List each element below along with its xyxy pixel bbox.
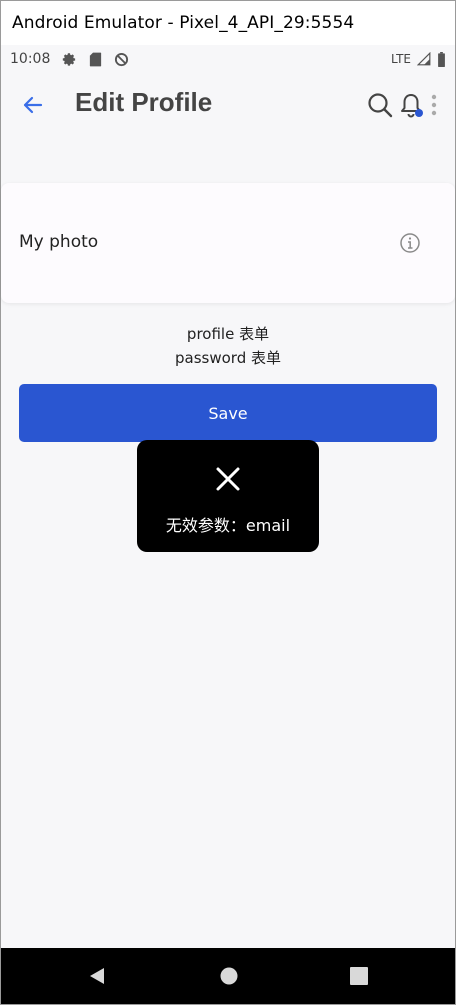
system-nav-bar — [1, 948, 455, 1004]
arrow-left-icon[interactable] — [21, 93, 45, 117]
password-form-text: password 表单 — [175, 349, 281, 367]
network-type: LTE — [391, 52, 411, 66]
save-button[interactable]: Save — [19, 384, 437, 442]
bell-icon[interactable] — [399, 91, 425, 119]
window-title: Android Emulator - Pixel_4_API_29:5554 — [12, 13, 355, 33]
status-bar: 10:08 LTE — [1, 45, 455, 73]
close-icon — [216, 467, 240, 491]
my-photo-card[interactable]: My photo — [1, 183, 455, 303]
save-button-label: Save — [208, 403, 248, 423]
sd-card-icon — [90, 52, 102, 66]
battery-icon — [438, 51, 445, 67]
my-photo-label: My photo — [19, 232, 99, 252]
emulator-title-bar: Android Emulator - Pixel_4_API_29:5554 — [1, 1, 455, 45]
app-bar: Edit Profile — [1, 73, 455, 137]
search-icon[interactable] — [367, 91, 393, 119]
page-title: Edit Profile — [75, 87, 213, 117]
gear-icon — [63, 52, 76, 66]
info-icon[interactable] — [399, 232, 421, 254]
nav-back-icon[interactable] — [87, 966, 107, 986]
nav-home-icon[interactable] — [219, 966, 239, 986]
signal-icon — [417, 52, 431, 66]
more-vert-icon[interactable] — [429, 93, 439, 117]
toast-message: 无效参数：email — [165, 516, 291, 535]
status-time: 10:08 — [10, 51, 51, 67]
data-saver-icon — [115, 52, 129, 66]
nav-recent-icon[interactable] — [350, 967, 368, 985]
error-toast: 无效参数：email — [137, 440, 319, 552]
device-screen: 10:08 LTE Edit Profile My photo profile … — [1, 45, 455, 948]
profile-form-text: profile 表单 — [186, 325, 270, 343]
